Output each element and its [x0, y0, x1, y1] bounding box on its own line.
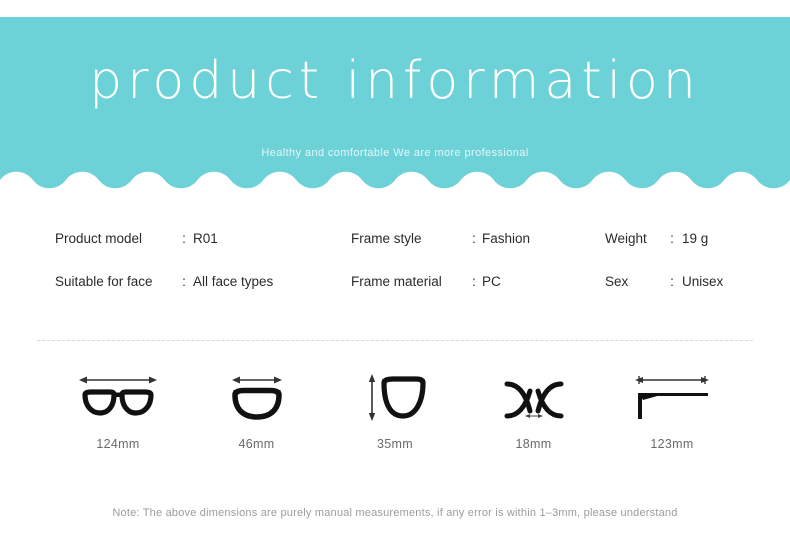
spec-label: Suitable for face [55, 274, 153, 289]
glasses-front-full-width-icon [77, 368, 159, 430]
product-information-page: product information Healthy and comforta… [0, 0, 790, 550]
glasses-lens-width-icon [226, 368, 288, 430]
measurement-label: 46mm [238, 437, 275, 451]
spec-item-product-model: Product model : R01 [55, 232, 218, 246]
spec-label: Product model [55, 231, 143, 246]
page-title: product information [89, 51, 701, 111]
spec-row: Product model : R01 Frame style : Fashio… [0, 232, 790, 275]
measurement-item: 35mm [332, 368, 458, 451]
glasses-lens-height-icon [364, 368, 426, 430]
measurement-item: 18mm [471, 368, 597, 451]
spec-colon: : [670, 231, 674, 246]
measurement-item: 46mm [194, 368, 320, 451]
spec-label: Frame style [351, 231, 422, 246]
measurement-item: 123mm [609, 368, 735, 451]
spec-value: Unisex [682, 274, 724, 289]
spec-colon: : [670, 274, 674, 289]
spec-value: 19 g [682, 231, 709, 246]
wave-divider-icon [0, 171, 790, 193]
spec-value: R01 [193, 231, 218, 246]
spec-item-suitable-for-face: Suitable for face : All face types [55, 275, 273, 289]
spec-label: Sex [605, 274, 629, 289]
spec-item-weight: Weight : 19 g [605, 232, 708, 246]
measurement-label: 123mm [650, 437, 694, 451]
spec-item-frame-material: Frame material : PC [351, 275, 501, 289]
spec-item-frame-style: Frame style : Fashion [351, 232, 530, 246]
measurement-label: 35mm [377, 437, 413, 451]
glasses-bridge-width-icon [503, 368, 565, 430]
page-subtitle: Healthy and comfortable We are more prof… [261, 147, 529, 159]
spec-colon: : [182, 274, 186, 289]
spec-value: All face types [193, 274, 274, 289]
spec-value: Fashion [482, 231, 531, 246]
glasses-temple-length-icon [630, 368, 714, 430]
spec-colon: : [182, 231, 186, 246]
spec-label: Frame material [351, 274, 442, 289]
spec-value: PC [482, 274, 501, 289]
section-divider [37, 340, 753, 341]
spec-colon: : [472, 231, 476, 246]
measurement-label: 124mm [96, 437, 140, 451]
measurement-item: 124mm [55, 368, 181, 451]
spec-item-sex: Sex : Unisex [605, 275, 723, 289]
measurement-row: 124mm 46mm 35mm 18mm 123mm [55, 368, 735, 468]
page-header: product information Healthy and comforta… [0, 17, 790, 193]
spec-label: Weight [605, 231, 647, 246]
specification-table: Product model : R01 Frame style : Fashio… [0, 232, 790, 318]
spec-colon: : [472, 274, 476, 289]
measurement-note: Note: The above dimensions are purely ma… [112, 507, 678, 519]
spec-row: Suitable for face : All face types Frame… [0, 275, 790, 318]
measurement-label: 18mm [515, 437, 552, 451]
